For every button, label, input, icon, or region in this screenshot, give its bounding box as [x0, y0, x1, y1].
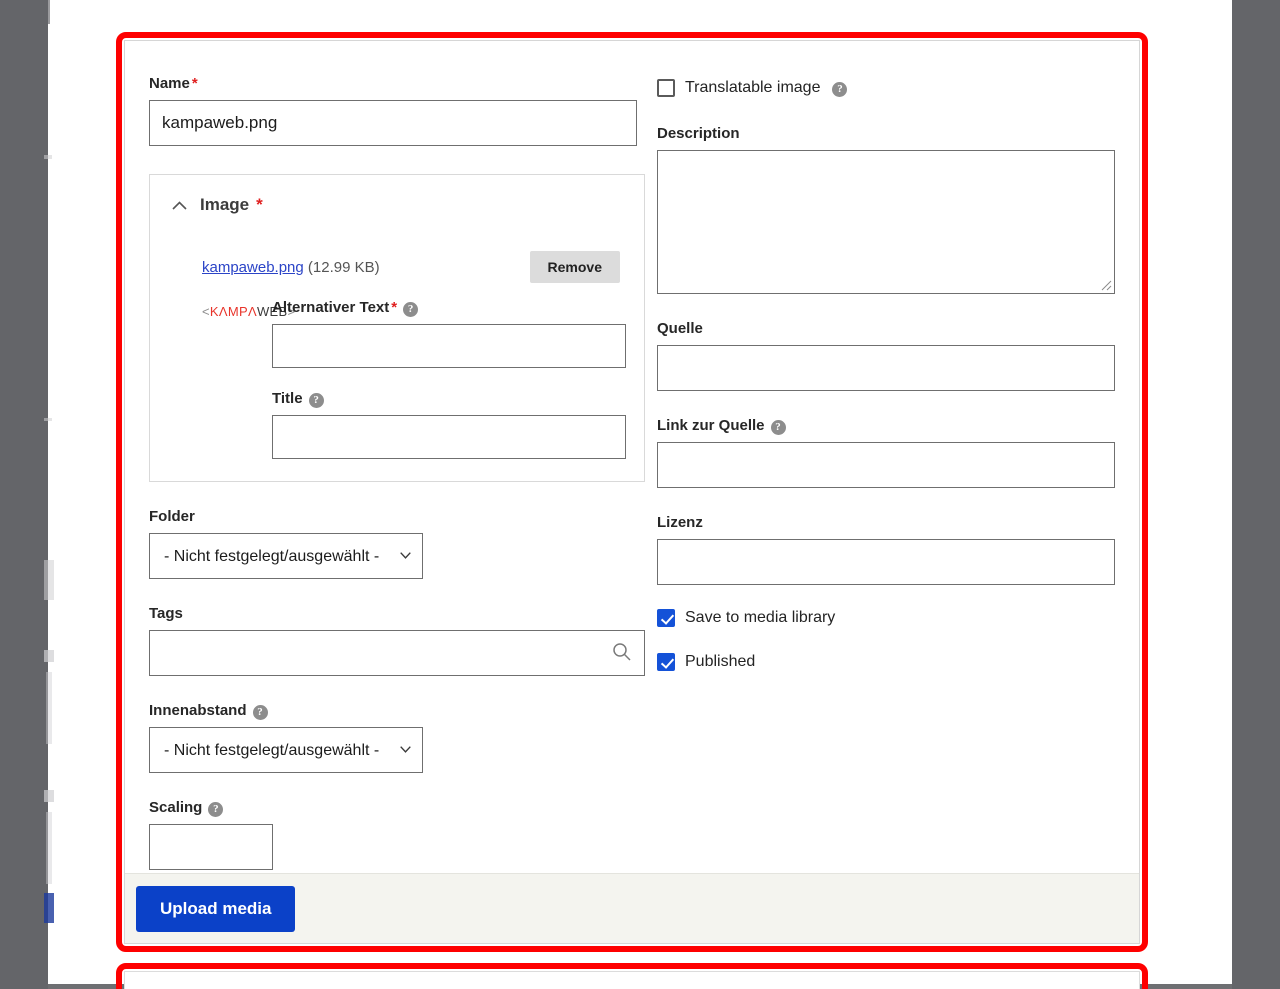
- file-size: (12.99 KB): [307, 258, 380, 276]
- tags-label: Tags: [149, 605, 183, 622]
- form-columns: Name* Image *: [137, 75, 1115, 870]
- logo-bracket-open: <: [202, 304, 210, 319]
- quelle-input[interactable]: [657, 345, 1115, 391]
- field-lizenz: Lizenz: [657, 514, 1115, 585]
- image-panel: Image * kampaweb.png (12.99 KB) Remove <…: [149, 174, 645, 482]
- thumbnail-and-fields: <KΛMPΛWEB> Alternativer Text *? Title?: [168, 299, 626, 459]
- row-translatable-image: Translatable image ?: [657, 79, 1115, 97]
- scaling-select-wrap[interactable]: [149, 824, 273, 870]
- innenabstand-select-wrap[interactable]: - Nicht festgelegt/ausgewählt -: [149, 727, 423, 773]
- field-innenabstand: Innenabstand? - Nicht festgelegt/ausgewä…: [149, 702, 637, 773]
- ghost-content-a: [44, 155, 52, 159]
- chevron-up-icon[interactable]: [172, 200, 187, 210]
- name-label-text: Name: [149, 75, 190, 92]
- thumbnail-column: <KΛMPΛWEB>: [168, 299, 295, 459]
- help-icon[interactable]: ?: [208, 801, 224, 817]
- required-asterisk: *: [191, 75, 198, 92]
- image-fields-column: Alternativer Text *? Title?: [268, 299, 626, 459]
- help-icon[interactable]: ?: [832, 81, 848, 97]
- link-zur-quelle-input[interactable]: [657, 442, 1115, 488]
- description-textarea[interactable]: [657, 150, 1115, 294]
- title-label: Title?: [272, 390, 626, 408]
- help-icon[interactable]: ?: [403, 301, 419, 317]
- remove-file-button[interactable]: Remove: [529, 251, 620, 283]
- right-overlay-gutter: [1232, 0, 1280, 989]
- image-panel-title: Image: [200, 195, 250, 214]
- description-textarea-wrap: [657, 150, 1115, 294]
- scaling-label-text: Scaling: [149, 799, 203, 816]
- published-label: Published: [685, 653, 756, 670]
- field-description: Description: [657, 125, 1115, 294]
- lizenz-input[interactable]: [657, 539, 1115, 585]
- field-folder: Folder - Nicht festgelegt/ausgewählt -: [149, 508, 637, 579]
- ghost-content-f: [44, 790, 54, 802]
- title-label-text: Title: [272, 390, 303, 407]
- innenabstand-label-text: Innenabstand: [149, 702, 247, 719]
- link-zur-quelle-label: Link zur Quelle?: [657, 417, 1115, 435]
- field-alt-text: Alternativer Text *?: [272, 299, 626, 368]
- alt-text-label: Alternativer Text *?: [272, 299, 626, 317]
- tags-input[interactable]: [149, 630, 645, 676]
- translatable-image-checkbox[interactable]: [657, 79, 675, 97]
- quelle-label: Quelle: [657, 320, 703, 337]
- tags-input-wrap: [149, 630, 645, 676]
- description-label: Description: [657, 125, 740, 142]
- upload-media-button[interactable]: Upload media: [136, 886, 296, 932]
- link-zur-quelle-label-text: Link zur Quelle: [657, 417, 765, 434]
- scaling-select[interactable]: [149, 824, 273, 870]
- image-panel-header[interactable]: Image *: [172, 195, 626, 215]
- form-right-column: Translatable image ? Description Quelle …: [649, 75, 1115, 870]
- ghost-content-d: [44, 650, 54, 662]
- field-quelle: Quelle: [657, 320, 1115, 391]
- name-input[interactable]: [149, 100, 637, 146]
- folder-select[interactable]: - Nicht festgelegt/ausgewählt -: [149, 533, 423, 579]
- row-published: Published: [657, 653, 1115, 671]
- title-input[interactable]: [272, 415, 626, 459]
- uploaded-file-row: kampaweb.png (12.99 KB) Remove: [202, 251, 626, 283]
- required-asterisk: *: [391, 299, 398, 316]
- modal-footer: Upload media: [125, 873, 1139, 943]
- innenabstand-label: Innenabstand?: [149, 702, 637, 720]
- field-scaling: Scaling?: [149, 799, 637, 870]
- alt-text-input[interactable]: [272, 324, 626, 368]
- name-label: Name *: [149, 75, 637, 93]
- page-edge-rule: [48, 0, 50, 24]
- row-save-to-media-library: Save to media library: [657, 609, 1115, 627]
- ghost-content-e: [46, 672, 52, 744]
- help-icon[interactable]: ?: [252, 704, 268, 720]
- translatable-image-label: Translatable image: [685, 79, 821, 96]
- left-overlay-gutter: [0, 0, 48, 989]
- ghost-content-g: [46, 812, 52, 884]
- published-checkbox[interactable]: [657, 653, 675, 671]
- save-to-media-library-checkbox[interactable]: [657, 609, 675, 627]
- screen-root: Name* Image *: [0, 0, 1280, 989]
- secondary-card-below: [124, 971, 1140, 989]
- ghost-content-c: [44, 560, 54, 600]
- innenabstand-select[interactable]: - Nicht festgelegt/ausgewählt -: [149, 727, 423, 773]
- save-to-media-library-label: Save to media library: [685, 609, 836, 626]
- alt-text-label-text: Alternativer Text: [272, 299, 390, 316]
- folder-select-wrap[interactable]: - Nicht festgelegt/ausgewählt -: [149, 533, 423, 579]
- help-icon[interactable]: ?: [770, 419, 786, 435]
- field-name: Name *: [149, 75, 637, 146]
- ghost-content-b: [44, 418, 52, 421]
- media-upload-modal: Name* Image *: [124, 40, 1140, 944]
- kampaweb-logo-icon: <KΛMPΛWEB>: [202, 304, 295, 319]
- file-link[interactable]: kampaweb.png: [202, 259, 304, 276]
- help-icon[interactable]: ?: [308, 392, 324, 408]
- ghost-content-h: [44, 893, 54, 923]
- file-name-wrap: kampaweb.png (12.99 KB): [202, 259, 380, 276]
- folder-label: Folder: [149, 508, 195, 525]
- required-asterisk: *: [256, 195, 263, 214]
- modal-scroll-body[interactable]: Name* Image *: [125, 41, 1139, 875]
- scaling-label: Scaling?: [149, 799, 637, 817]
- lizenz-label: Lizenz: [657, 514, 703, 531]
- field-tags: Tags: [149, 605, 645, 676]
- form-left-column: Name* Image *: [137, 75, 645, 870]
- field-link-zur-quelle: Link zur Quelle?: [657, 417, 1115, 488]
- field-title: Title?: [272, 390, 626, 459]
- logo-text-red: KΛMPΛ: [209, 304, 257, 319]
